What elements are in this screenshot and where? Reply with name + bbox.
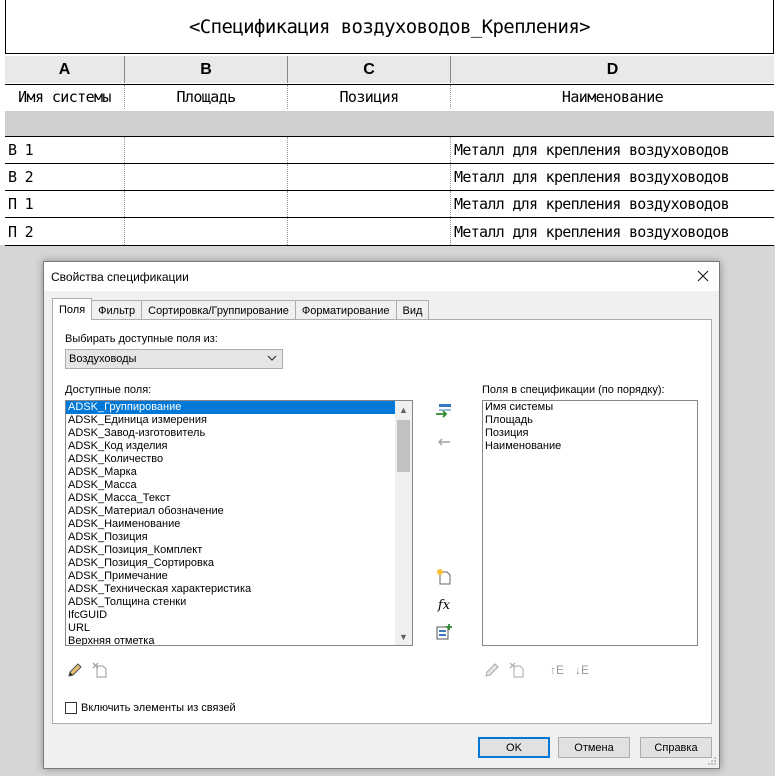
list-item[interactable]: ADSK_Наименование (66, 518, 412, 531)
column-header-area[interactable]: Площадь (125, 85, 288, 109)
list-item[interactable]: ADSK_Толщина стенки (66, 596, 412, 609)
edit-pencil-icon[interactable] (482, 660, 502, 680)
available-fields-list[interactable]: ADSK_Группирование ADSK_Единица измерени… (65, 400, 413, 646)
cell-area[interactable] (125, 164, 288, 190)
tab-appearance[interactable]: Вид (395, 300, 430, 320)
scroll-down-icon[interactable]: ▼ (395, 628, 412, 645)
list-item[interactable]: ADSK_Количество (66, 453, 412, 466)
list-item[interactable]: Имя системы (483, 401, 697, 414)
resize-grip-icon[interactable] (707, 756, 717, 766)
list-item[interactable]: Наименование (483, 440, 697, 453)
list-item[interactable]: Верхняя отметка (66, 635, 412, 645)
available-fields-label: Доступные поля: (65, 384, 152, 396)
tab-filter[interactable]: Фильтр (91, 300, 143, 320)
move-down-icon[interactable]: ↓E (570, 660, 594, 680)
list-item[interactable]: Площадь (483, 414, 697, 427)
cell-system-name[interactable]: П 2 (5, 218, 125, 245)
column-letter-d[interactable]: D (451, 56, 774, 83)
cell-position[interactable] (288, 191, 451, 217)
schedule-sheet: <Спецификация воздуховодов_Крепления> A … (0, 0, 775, 246)
cell-system-name[interactable]: В 1 (5, 137, 125, 163)
header-spacer (5, 111, 774, 136)
cancel-button[interactable]: Отмена (558, 737, 630, 758)
dialog-title: Свойства спецификации (51, 270, 189, 284)
fx-icon[interactable]: fx (434, 595, 454, 615)
list-item[interactable]: ADSK_Материал обозначение (66, 505, 412, 518)
list-item[interactable]: Позиция (483, 427, 697, 440)
help-button[interactable]: Справка (640, 737, 712, 758)
table-row[interactable]: П 2 Металл для крепления воздуховодов (5, 218, 774, 245)
include-links-label: Включить элементы из связей (81, 702, 236, 714)
chevron-down-icon (267, 353, 277, 366)
include-links-checkbox[interactable] (65, 702, 77, 714)
column-letter-b[interactable]: B (125, 56, 288, 83)
column-header-position[interactable]: Позиция (288, 85, 451, 109)
list-item[interactable]: ADSK_Масса_Текст (66, 492, 412, 505)
column-letter-row: A B C D (5, 56, 774, 83)
column-header-system-name[interactable]: Имя системы (5, 85, 125, 109)
schedule-properties-dialog: Свойства спецификации Поля Фильтр Сортир… (43, 261, 720, 769)
list-item[interactable]: ADSK_Единица измерения (66, 414, 412, 427)
scroll-up-icon[interactable]: ▲ (395, 401, 412, 418)
table-row[interactable]: В 2 Металл для крепления воздуховодов (5, 164, 774, 191)
cell-position[interactable] (288, 218, 451, 245)
add-parameter-icon[interactable] (434, 401, 454, 421)
table-row[interactable]: П 1 Металл для крепления воздуховодов (5, 191, 774, 218)
combine-parameters-icon[interactable] (434, 622, 454, 642)
cell-area[interactable] (125, 137, 288, 163)
cell-name[interactable]: Металл для крепления воздуховодов (451, 218, 774, 245)
category-select-value: Воздуховоды (69, 353, 137, 365)
scroll-thumb[interactable] (397, 420, 410, 472)
column-header-row: Имя системы Площадь Позиция Наименование (5, 84, 774, 112)
cell-area[interactable] (125, 218, 288, 245)
tab-formatting[interactable]: Форматирование (294, 300, 397, 320)
list-item[interactable]: URL (66, 622, 412, 635)
cell-system-name[interactable]: П 1 (5, 191, 125, 217)
close-icon[interactable] (693, 266, 713, 286)
list-item[interactable]: ADSK_Группирование (66, 401, 395, 414)
cell-name[interactable]: Металл для крепления воздуховодов (451, 191, 774, 217)
cell-name[interactable]: Металл для крепления воздуховодов (451, 164, 774, 190)
column-letter-c[interactable]: C (288, 56, 451, 83)
list-item[interactable]: ADSK_Позиция_Сортировка (66, 557, 412, 570)
dialog-titlebar[interactable]: Свойства спецификации (44, 262, 719, 291)
cell-name[interactable]: Металл для крепления воздуховодов (451, 137, 774, 163)
column-letter-a[interactable]: A (5, 56, 125, 83)
move-up-icon[interactable]: ↑E (545, 660, 569, 680)
list-item[interactable]: ADSK_Позиция_Комплект (66, 544, 412, 557)
schedule-body: В 1 Металл для крепления воздуховодов В … (5, 136, 774, 246)
cell-area[interactable] (125, 191, 288, 217)
dialog-tabs: Поля Фильтр Сортировка/Группирование Фор… (52, 298, 430, 320)
schedule-title[interactable]: <Спецификация воздуховодов_Крепления> (5, 0, 774, 54)
edit-pencil-icon[interactable] (65, 660, 85, 680)
cell-position[interactable] (288, 164, 451, 190)
ok-button[interactable]: OK (478, 737, 550, 758)
cell-system-name[interactable]: В 2 (5, 164, 125, 190)
list-item[interactable]: ADSK_Марка (66, 466, 412, 479)
list-item[interactable]: ADSK_Масса (66, 479, 412, 492)
column-header-name[interactable]: Наименование (451, 85, 774, 109)
tab-sorting-grouping[interactable]: Сортировка/Группирование (141, 300, 296, 320)
list-item[interactable]: ADSK_Техническая характеристика (66, 583, 412, 596)
delete-parameter-icon[interactable] (507, 660, 527, 680)
cell-position[interactable] (288, 137, 451, 163)
tab-fields[interactable]: Поля (52, 298, 93, 320)
list-item[interactable]: ADSK_Код изделия (66, 440, 412, 453)
list-item[interactable]: IfcGUID (66, 609, 412, 622)
available-list-scrollbar[interactable]: ▲ ▼ (395, 401, 412, 645)
new-parameter-icon[interactable] (434, 567, 454, 587)
scheduled-fields-label: Поля в спецификации (по порядку): (482, 384, 665, 396)
delete-parameter-icon[interactable] (90, 660, 110, 680)
list-item[interactable]: ADSK_Позиция (66, 531, 412, 544)
list-item[interactable]: ADSK_Примечание (66, 570, 412, 583)
scheduled-fields-list[interactable]: Имя системы Площадь Позиция Наименование (482, 400, 698, 646)
list-item[interactable]: ADSK_Завод-изготовитель (66, 427, 412, 440)
table-row[interactable]: В 1 Металл для крепления воздуховодов (5, 137, 774, 164)
select-from-label: Выбирать доступные поля из: (65, 333, 218, 345)
remove-parameter-icon[interactable] (434, 432, 454, 452)
category-select[interactable]: Воздуховоды (65, 349, 283, 369)
